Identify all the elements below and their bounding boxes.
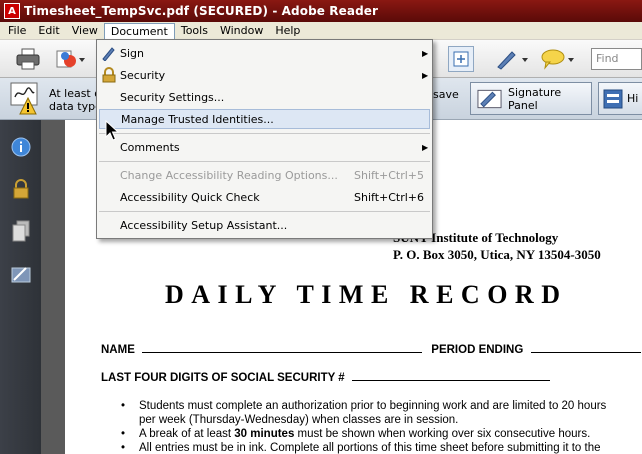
message-line-2: data type <box>49 100 99 113</box>
menu-document[interactable]: Document <box>103 22 175 41</box>
instruction-2-prefix: A break of at least <box>139 428 235 440</box>
menu-item-security[interactable]: Security ▶ <box>99 65 430 85</box>
print-button[interactable] <box>14 46 42 72</box>
document-menu: Sign ▶ Security ▶ Security Settings... M… <box>96 39 433 239</box>
name-label: NAME <box>101 344 135 356</box>
menu-separator <box>99 133 430 134</box>
lock-icon <box>102 67 116 83</box>
menu-window[interactable]: Window <box>214 23 269 39</box>
fit-page-button[interactable] <box>448 46 474 72</box>
instruction-2-bold: 30 minutes <box>234 428 295 440</box>
highlight-fields-icon <box>603 89 623 108</box>
menu-help[interactable]: Help <box>269 23 306 39</box>
info-icon[interactable] <box>10 136 32 158</box>
signature-panel-icon <box>477 89 502 108</box>
highlight-fields-button[interactable]: Hi <box>598 82 642 115</box>
menu-item-manage-trusted-identities[interactable]: Manage Trusted Identities... <box>99 109 430 129</box>
pen-icon <box>497 51 528 70</box>
message-text-right: save <box>433 88 459 101</box>
list-item: All entries must be in ink. Complete all… <box>119 441 639 454</box>
name-field[interactable] <box>142 352 423 353</box>
fit-page-icon <box>453 51 469 67</box>
message-line-1: At least o <box>49 87 99 100</box>
pen-icon <box>102 47 115 61</box>
ssn-field[interactable] <box>351 380 550 381</box>
comment-bubble-icon <box>541 49 574 70</box>
form-title: DAILY TIME RECORD <box>165 280 568 309</box>
window-title: Timesheet_TempSvc.pdf (SECURED) - Adobe … <box>24 4 379 18</box>
find-input[interactable]: Find <box>591 48 642 70</box>
message-text: At least o data type <box>49 87 99 113</box>
comment-button[interactable] <box>538 46 578 72</box>
menu-item-security-settings[interactable]: Security Settings... <box>99 87 430 107</box>
collaborate-icon <box>56 50 85 68</box>
adobe-reader-icon: A <box>4 3 20 19</box>
menu-item-change-accessibility-reading-options[interactable]: Change Accessibility Reading Options... … <box>99 165 430 185</box>
instruction-1-line-2: per week (Thursday-Wednesday) when class… <box>139 414 459 426</box>
ssn-label: LAST FOUR DIGITS OF SOCIAL SECURITY # <box>101 372 345 384</box>
menu-separator <box>99 161 430 162</box>
menu-item-comments[interactable]: Comments ▶ <box>99 137 430 157</box>
highlight-fields-label: Hi <box>627 92 639 105</box>
title-bar: A Timesheet_TempSvc.pdf (SECURED) - Adob… <box>0 0 642 22</box>
submenu-arrow-icon: ▶ <box>422 70 429 80</box>
period-ending-field[interactable] <box>530 352 641 353</box>
navigation-pane <box>0 120 41 454</box>
menu-item-accessibility-quick-check[interactable]: Accessibility Quick Check Shift+Ctrl+6 <box>99 187 430 207</box>
instruction-2-suffix: must be shown when working over six cons… <box>294 428 591 440</box>
pages-icon[interactable] <box>10 220 32 242</box>
signature-warning-icon <box>10 82 38 115</box>
signature-panel-button[interactable]: Signature Panel <box>470 82 592 115</box>
instruction-1-line-1: Students must complete an authorization … <box>139 400 607 412</box>
menu-file[interactable]: File <box>2 23 32 39</box>
menu-bar: File Edit View Document Tools Window Hel… <box>0 22 642 41</box>
instruction-3: All entries must be in ink. Complete all… <box>139 442 601 454</box>
signatures-icon[interactable] <box>10 264 32 286</box>
collaborate-button[interactable] <box>52 46 88 72</box>
signature-panel-label: Signature Panel <box>508 85 562 112</box>
submenu-arrow-icon: ▶ <box>422 48 429 58</box>
instructions-list: Students must complete an authorization … <box>119 399 639 454</box>
name-line: NAME PERIOD ENDING <box>101 344 641 356</box>
submenu-arrow-icon: ▶ <box>422 142 429 152</box>
ssn-line: LAST FOUR DIGITS OF SOCIAL SECURITY # <box>101 372 550 384</box>
institute-address: P. O. Box 3050, Utica, NY 13504-3050 <box>393 247 601 262</box>
menu-separator <box>99 211 430 212</box>
menu-edit[interactable]: Edit <box>32 23 65 39</box>
period-ending-label: PERIOD ENDING <box>431 344 524 356</box>
menu-item-accessibility-setup-assistant[interactable]: Accessibility Setup Assistant... <box>99 215 430 235</box>
sign-tool-button[interactable] <box>492 46 532 72</box>
menu-view[interactable]: View <box>66 23 104 39</box>
lock-icon[interactable] <box>10 178 32 200</box>
list-item: Students must complete an authorization … <box>119 399 639 413</box>
mouse-pointer-icon <box>105 120 119 141</box>
menu-item-sign[interactable]: Sign ▶ <box>99 43 430 63</box>
menu-tools[interactable]: Tools <box>175 23 214 39</box>
print-icon <box>16 48 40 70</box>
list-item: A break of at least 30 minutes must be s… <box>119 427 639 441</box>
